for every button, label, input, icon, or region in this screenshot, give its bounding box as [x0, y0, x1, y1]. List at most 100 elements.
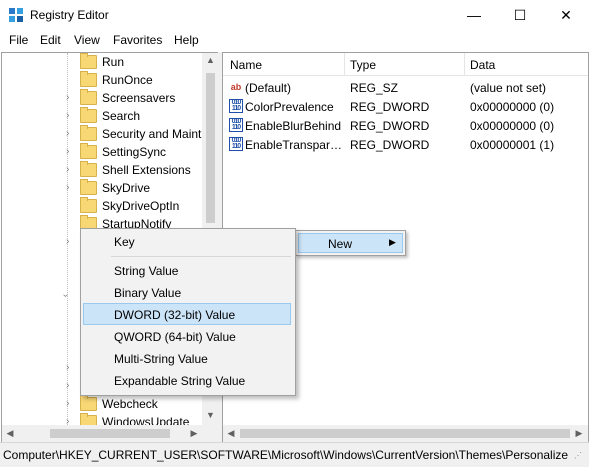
value-row[interactable]: ab (Default) REG_SZ (value not set): [223, 78, 588, 97]
submenu-item-string-value[interactable]: String Value: [114, 264, 178, 278]
scroll-right-arrow-icon[interactable]: ▶: [573, 428, 585, 439]
folder-icon: [80, 53, 97, 69]
folder-icon: [80, 89, 97, 105]
value-type: REG_DWORD: [350, 119, 430, 133]
dword-value-icon: 010 110: [229, 118, 243, 132]
window-title: Registry Editor: [30, 8, 109, 22]
menu-favorites[interactable]: Favorites: [113, 33, 162, 47]
value-name: EnableBlurBehind: [245, 119, 342, 133]
tree-item-runonce[interactable]: RunOnce: [2, 71, 202, 89]
folder-icon: [80, 197, 97, 213]
expand-chevron-icon[interactable]: ›: [66, 362, 69, 373]
context-menu-item-label: New: [328, 237, 353, 251]
submenu-arrow-icon: ▶: [389, 237, 396, 247]
registry-path: Computer\HKEY_CURRENT_USER\SOFTWARE\Micr…: [3, 448, 569, 462]
tree-item-shell-extensions[interactable]: › Shell Extensions: [2, 161, 202, 179]
tree-item-run[interactable]: Run: [2, 53, 202, 71]
value-row[interactable]: 010 110 EnableBlurBehind REG_DWORD 0x0000…: [223, 116, 588, 135]
folder-icon: [80, 71, 97, 87]
column-header-name[interactable]: Name: [230, 58, 262, 72]
tree-item-label: Screensavers: [102, 91, 176, 105]
new-submenu: Key String Value Binary Value DWORD (32-…: [80, 228, 296, 396]
expand-chevron-icon[interactable]: ›: [66, 380, 69, 391]
close-button[interactable]: ✕: [543, 0, 589, 30]
folder-icon: [80, 107, 97, 123]
submenu-item-dword-value[interactable]: DWORD (32-bit) Value: [114, 308, 235, 322]
submenu-item-key[interactable]: Key: [114, 235, 135, 249]
tree-horizontal-scrollbar[interactable]: ◀ ▶: [2, 425, 219, 442]
column-header-data[interactable]: Data: [470, 58, 495, 72]
expand-chevron-icon[interactable]: ›: [66, 182, 69, 193]
expand-chevron-icon[interactable]: ›: [66, 92, 69, 103]
resize-grip-icon[interactable]: ⋰: [574, 451, 582, 460]
tree-item-label: SkyDriveOptIn: [102, 199, 180, 213]
expand-chevron-icon[interactable]: ›: [66, 236, 69, 247]
folder-icon: [80, 143, 97, 159]
tree-item-label: Webcheck: [102, 397, 158, 411]
tree-item-screensavers[interactable]: › Screensavers: [2, 89, 202, 107]
tree-item-label: SettingSync: [102, 145, 167, 159]
tree-item-webcheck[interactable]: › Webcheck: [2, 395, 202, 413]
submenu-item-expandable-string-value[interactable]: Expandable String Value: [114, 374, 245, 388]
minimize-icon: —: [467, 7, 481, 23]
tree-item-skydriveoptin[interactable]: SkyDriveOptIn: [2, 197, 202, 215]
maximize-button[interactable]: ☐: [497, 0, 543, 30]
tree-item-label: SkyDrive: [102, 181, 151, 195]
menu-edit[interactable]: Edit: [40, 33, 61, 47]
scroll-down-arrow-icon[interactable]: ▼: [202, 410, 219, 420]
scroll-thumb[interactable]: [206, 73, 215, 223]
value-type: REG_DWORD: [350, 100, 430, 114]
submenu-item-binary-value[interactable]: Binary Value: [114, 286, 181, 300]
minimize-button[interactable]: —: [451, 0, 497, 30]
expand-chevron-icon[interactable]: ›: [66, 128, 69, 139]
dword-value-icon: 010 110: [229, 137, 243, 151]
tree-item-label: Shell Extensions: [102, 163, 191, 177]
scroll-thumb[interactable]: [240, 429, 570, 438]
menu-view[interactable]: View: [74, 33, 100, 47]
column-header-type[interactable]: Type: [350, 58, 376, 72]
tree-item-label: Search: [102, 109, 141, 123]
expand-chevron-icon[interactable]: ›: [66, 146, 69, 157]
scroll-thumb[interactable]: [50, 429, 170, 438]
list-header: Name Type Data: [223, 53, 588, 76]
value-data: 0x00000000 (0): [470, 119, 555, 133]
menu-separator: [111, 256, 291, 257]
list-horizontal-scrollbar[interactable]: ◀ ▶: [223, 425, 588, 442]
tree-item-label: Run: [102, 55, 125, 69]
column-divider[interactable]: [464, 53, 465, 75]
expand-chevron-icon[interactable]: ›: [66, 398, 69, 409]
status-bar: Computer\HKEY_CURRENT_USER\SOFTWARE\Micr…: [0, 442, 589, 467]
maximize-icon: ☐: [513, 7, 527, 23]
scroll-right-arrow-icon[interactable]: ▶: [188, 428, 200, 439]
value-data: 0x00000000 (0): [470, 100, 555, 114]
expand-chevron-icon[interactable]: ›: [66, 164, 69, 175]
dword-value-icon: 010 110: [229, 99, 243, 113]
scroll-up-arrow-icon[interactable]: ▲: [202, 55, 219, 65]
column-divider[interactable]: [344, 53, 345, 75]
value-name: ColorPrevalence: [245, 100, 334, 114]
tree-item-settingsync[interactable]: › SettingSync: [2, 143, 202, 161]
value-data: 0x00000001 (1): [470, 138, 555, 152]
submenu-item-qword-value[interactable]: QWORD (64-bit) Value: [114, 330, 236, 344]
scroll-left-arrow-icon[interactable]: ◀: [225, 428, 237, 439]
value-type: REG_SZ: [350, 81, 399, 95]
value-name: (Default): [245, 81, 292, 95]
expand-chevron-icon[interactable]: ›: [66, 110, 69, 121]
context-menu-item-new[interactable]: New ▶: [298, 233, 403, 253]
value-row[interactable]: 010 110 EnableTranspare... REG_DWORD 0x00…: [223, 135, 588, 154]
tree-item-skydrive[interactable]: › SkyDrive: [2, 179, 202, 197]
value-data: (value not set): [470, 81, 547, 95]
value-name: EnableTranspare...: [245, 138, 345, 152]
menu-help[interactable]: Help: [174, 33, 199, 47]
folder-icon: [80, 179, 97, 195]
collapse-chevron-icon[interactable]: ›: [60, 294, 71, 297]
menu-file[interactable]: File: [9, 33, 28, 47]
value-row[interactable]: 010 110 ColorPrevalence REG_DWORD 0x00000…: [223, 97, 588, 116]
scroll-left-arrow-icon[interactable]: ◀: [4, 428, 16, 439]
value-type: REG_DWORD: [350, 138, 430, 152]
registry-editor-app-icon: [8, 7, 24, 23]
submenu-item-multi-string-value[interactable]: Multi-String Value: [114, 352, 208, 366]
tree-item-search[interactable]: › Search: [2, 107, 202, 125]
tree-item-security-and-maintenance[interactable]: › Security and Maint: [2, 125, 202, 143]
context-menu: New ▶: [295, 230, 406, 256]
